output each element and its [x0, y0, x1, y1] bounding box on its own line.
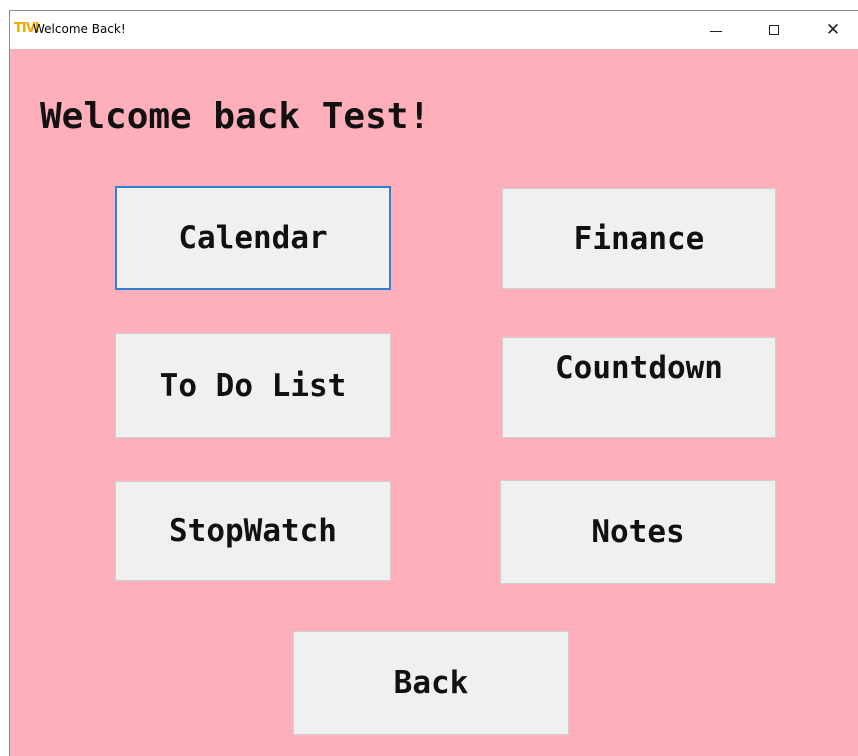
app-icon: TIVI: [14, 21, 40, 36]
calendar-button[interactable]: Calendar: [115, 186, 391, 290]
title-bar[interactable]: TIVI Welcome Back! ✕: [10, 11, 858, 49]
app-window: TIVI Welcome Back! ✕ Welcome back Test! …: [9, 10, 858, 756]
finance-button-label: Finance: [573, 220, 705, 257]
countdown-button-label: Countdown: [555, 350, 723, 386]
minimize-icon: [710, 30, 722, 32]
welcome-heading: Welcome back Test!: [40, 96, 431, 137]
close-button[interactable]: ✕: [810, 11, 856, 49]
finance-button[interactable]: Finance: [502, 188, 776, 289]
top-strip: [0, 0, 858, 10]
stopwatch-button-label: StopWatch: [169, 513, 337, 549]
stopwatch-button[interactable]: StopWatch: [115, 481, 391, 581]
notes-button-label: Notes: [591, 514, 685, 550]
maximize-button[interactable]: [751, 11, 797, 49]
todo-list-button[interactable]: To Do List: [115, 333, 391, 438]
countdown-button[interactable]: Countdown: [502, 337, 776, 438]
todo-list-button-label: To Do List: [159, 367, 347, 404]
maximize-icon: [769, 25, 779, 35]
calendar-button-label: Calendar: [178, 220, 328, 256]
close-icon: ✕: [825, 19, 841, 40]
notes-button[interactable]: Notes: [500, 480, 776, 584]
back-button[interactable]: Back: [293, 631, 569, 735]
minimize-button[interactable]: [693, 11, 739, 49]
back-button-label: Back: [393, 665, 469, 701]
window-title: Welcome Back!: [33, 22, 126, 36]
